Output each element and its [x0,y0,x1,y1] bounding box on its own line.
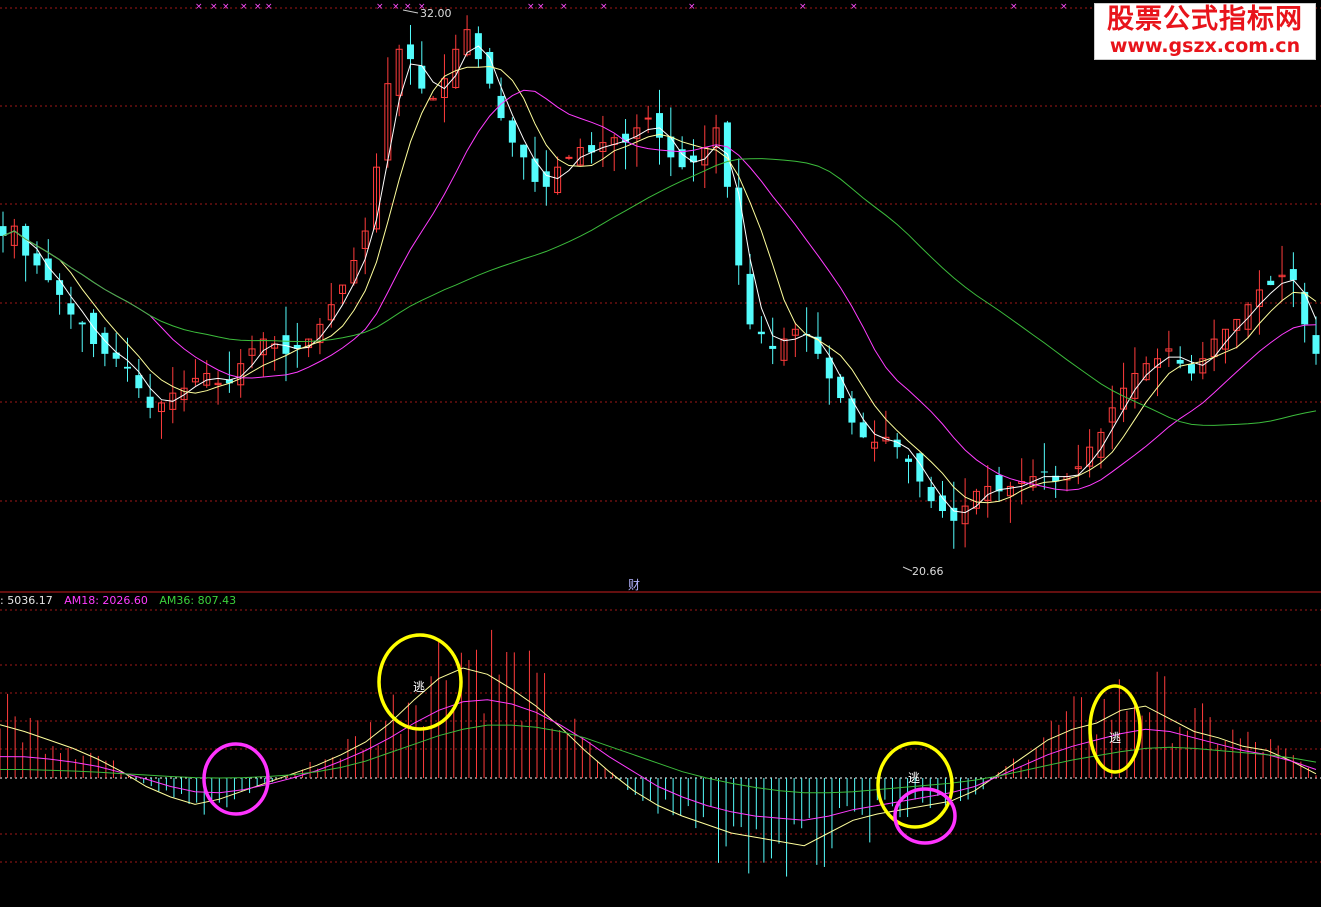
low-price-label: 20.66 [912,565,944,578]
candle-body-up [644,117,652,120]
candle-body-down [859,422,867,438]
ma-60-line [2,158,1317,426]
candle-body-down [56,280,64,295]
indicator-lines [0,667,1317,847]
candle-body-down [508,120,516,143]
event-marker: × [527,2,535,12]
event-marker: × [240,2,248,12]
event-marker: × [210,2,218,12]
signal-label-2: 逃 [908,771,920,785]
candle-body-down [124,366,132,369]
event-marker: × [850,2,858,12]
highlight-circle-magenta-1 [202,742,270,816]
panel-label: 财 [628,578,640,592]
candle-body-down [927,486,935,502]
candle-body-up [565,156,573,159]
candle-body-down [1267,280,1275,286]
event-marker: × [560,2,568,12]
main-value-label: : 5036.17 [0,594,53,607]
stock-chart: × × × × × × × × × × × × × × × × × × × 32.00 20.66 财 逃 逃 逃 [0,2,1321,877]
candle-body-down [146,396,154,408]
candle-body-down [746,273,754,325]
event-marker: × [195,2,203,12]
indicator-grid [0,609,1321,863]
high-price-label: 32.00 [420,7,452,20]
event-marker: × [265,2,273,12]
signal-label-1: 逃 [413,680,425,694]
candle-body-down [1301,291,1309,325]
event-marker: × [1010,2,1018,12]
event-marker: × [392,2,400,12]
signal-label-3: 逃 [1109,731,1121,745]
event-marker: × [688,2,696,12]
candle-body-down [848,398,856,423]
event-marker: × [376,2,384,12]
candle-body-down [905,458,913,462]
candle-body-down [667,136,675,158]
indicator-header: : 5036.17 AM18: 2026.60 AM36: 807.43 [0,594,244,608]
low-marker-line [902,566,913,572]
candle-body-down [67,303,75,315]
candle-body-down [282,335,290,354]
candle-body-down [90,312,98,345]
candle-body-down [135,375,143,389]
candle-body-down [735,187,743,266]
event-marker: × [537,2,545,12]
candle-body-down [33,253,41,266]
event-marker: × [1060,2,1068,12]
am18-value-label: AM18: 2026.60 [64,594,148,607]
price-grid [0,7,1321,502]
candle-body-down [1312,335,1320,354]
ma-20-line [2,89,1317,491]
candle-body-down [486,51,494,84]
event-marker: × [799,2,807,12]
indicator-bars [0,629,1317,877]
candle-body-down [531,158,539,182]
highlight-circle-yellow-3 [1088,684,1142,774]
event-marker: × [222,2,230,12]
candle-body-down [1187,364,1195,374]
candle-body-down [950,507,958,521]
candle-body-down [78,322,86,325]
am36-value-label: AM36: 807.43 [159,594,237,607]
watermark-logo: 股票公式指标网 www.gszx.com.cn [1094,3,1316,60]
watermark-title: 股票公式指标网 [1107,4,1303,35]
candle-body-down [757,331,765,335]
candle-body-down [1176,359,1184,364]
candle-body-down [769,345,777,349]
candle-body-down [520,144,528,158]
candles [0,15,1320,549]
candle-body-down [406,44,414,60]
watermark-url: www.gszx.com.cn [1109,35,1301,57]
indicator-main-line [0,667,1317,847]
candle-body-down [1289,269,1297,281]
event-marker: × [600,2,608,12]
candle-body-down [542,171,550,187]
top-markers: × × × × × × × × × × × × × × × × × × × [195,2,1068,12]
candle-body-down [837,376,845,399]
event-marker: × [254,2,262,12]
candle-body-down [1040,471,1048,473]
